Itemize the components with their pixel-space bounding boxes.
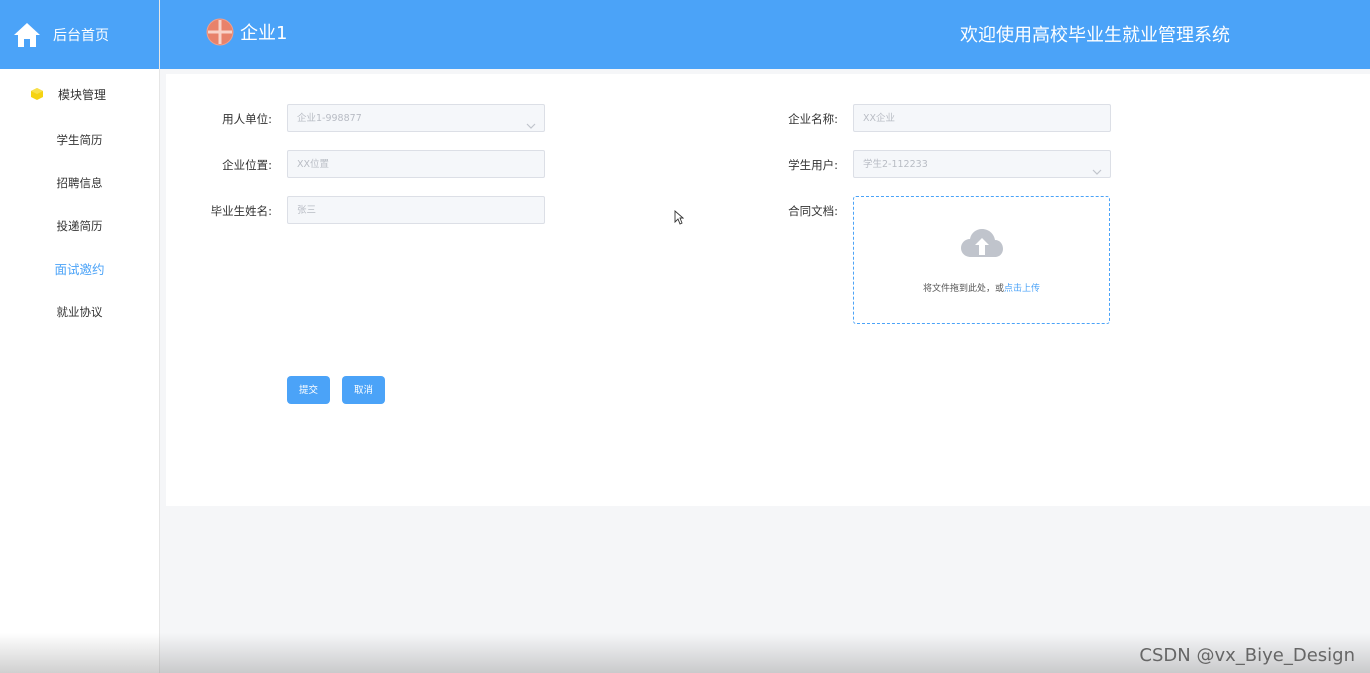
company-placeholder: XX企业 <box>863 113 896 124</box>
top-bar: 企业1 欢迎使用高校毕业生就业管理系统 <box>160 0 1370 69</box>
location-placeholder: XX位置 <box>297 159 330 170</box>
company-name-field[interactable]: XX企业 <box>853 104 1111 132</box>
home-link[interactable]: 后台首页 <box>0 0 159 69</box>
cloud-upload-icon <box>960 227 1004 263</box>
chevron-down-icon <box>1092 160 1102 175</box>
graduate-placeholder: 张三 <box>297 205 317 216</box>
menu-group-modules[interactable]: 模块管理 <box>0 69 159 119</box>
upload-link[interactable]: 点击上传 <box>1004 284 1040 294</box>
menu-group-label: 模块管理 <box>58 87 107 102</box>
submit-button[interactable]: 提交 <box>287 376 330 404</box>
sidebar-item-submitted-resume[interactable]: 投递简历 <box>0 205 159 248</box>
cancel-button[interactable]: 取消 <box>342 376 385 404</box>
avatar-icon <box>206 18 234 46</box>
location-field[interactable]: XX位置 <box>287 150 545 178</box>
contract-label: 合同文档: <box>788 204 838 218</box>
employer-value: 企业1-998877 <box>297 113 362 124</box>
brand-name: 企业1 <box>240 23 288 44</box>
sidebar-item-recruitment[interactable]: 招聘信息 <box>0 162 159 205</box>
graduate-name-field[interactable]: 张三 <box>287 196 545 224</box>
student-select[interactable]: 学生2-112233 <box>853 150 1111 178</box>
cube-icon <box>30 87 44 101</box>
chevron-down-icon <box>526 114 536 129</box>
sidebar-item-interview[interactable]: 面试邀约 <box>0 248 159 291</box>
home-icon <box>12 20 42 50</box>
contract-upload-dropzone[interactable]: 将文件拖到此处，或点击上传 <box>853 196 1110 324</box>
brand: 企业1 <box>206 18 287 46</box>
location-label: 企业位置: <box>222 158 272 172</box>
company-label: 企业名称: <box>788 112 838 126</box>
employer-label: 用人单位: <box>222 112 272 126</box>
sidebar: 后台首页 模块管理 学生简历 招聘信息 投递简历 面试邀约 就业协议 <box>0 0 160 673</box>
mouse-cursor-icon <box>674 210 685 225</box>
sidebar-item-agreement[interactable]: 就业协议 <box>0 291 159 334</box>
form-panel: 用人单位: 企业1-998877 企业位置: XX位置 毕业生姓名: 张三 企业… <box>166 74 1370 506</box>
sidebar-item-resume[interactable]: 学生简历 <box>0 119 159 162</box>
student-value: 学生2-112233 <box>863 159 928 170</box>
watermark: CSDN @vx_Biye_Design <box>1139 645 1355 666</box>
upload-hint-text: 将文件拖到此处，或 <box>922 284 1004 294</box>
employer-select[interactable]: 企业1-998877 <box>287 104 545 132</box>
student-label: 学生用户: <box>788 158 838 172</box>
graduate-label: 毕业生姓名: <box>210 204 272 218</box>
upload-hint: 将文件拖到此处，或点击上传 <box>854 281 1109 294</box>
welcome-title: 欢迎使用高校毕业生就业管理系统 <box>960 25 1230 46</box>
home-label: 后台首页 <box>53 27 109 44</box>
